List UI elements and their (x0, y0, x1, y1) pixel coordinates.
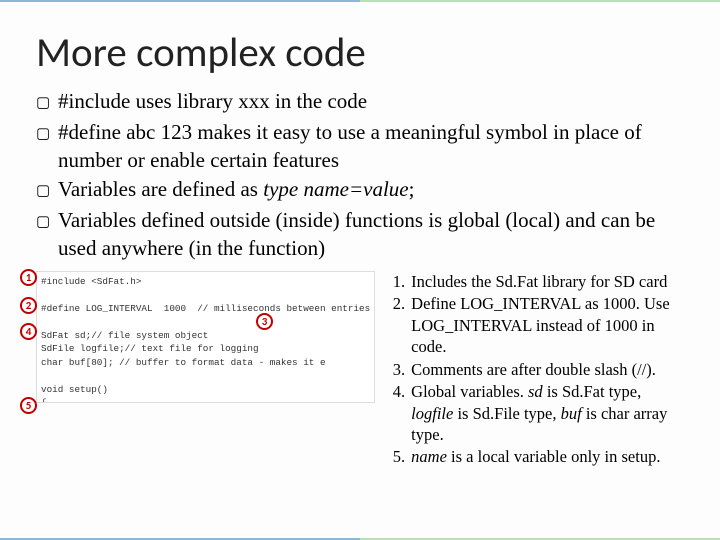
bullet-text: Variables defined outside (inside) funct… (58, 207, 684, 262)
note-item: 2.Define LOG_INTERVAL as 1000. Use LOG_I… (385, 293, 684, 357)
bullet-item: ▢ Variables are defined as type name=val… (36, 176, 684, 205)
bullet-square-icon: ▢ (36, 119, 58, 174)
bullet-item: ▢ #define abc 123 makes it easy to use a… (36, 119, 684, 174)
bullet-item: ▢ Variables defined outside (inside) fun… (36, 207, 684, 262)
note-item: 4.Global variables. sd is Sd.Fat type, l… (385, 381, 684, 445)
note-number: 3. (385, 359, 411, 380)
note-item: 5. name is a local variable only in setu… (385, 446, 684, 467)
notes-list: 1.Includes the Sd.Fat library for SD car… (385, 271, 684, 468)
callout-marker-3: 3 (256, 313, 273, 330)
bullet-text: #define abc 123 makes it easy to use a m… (58, 119, 684, 174)
bullet-square-icon: ▢ (36, 88, 58, 117)
slide-title: More complex code (36, 28, 684, 78)
code-column: #include <SdFat.h> #define LOG_INTERVAL … (36, 271, 375, 469)
code-snippet: #include <SdFat.h> #define LOG_INTERVAL … (36, 271, 375, 403)
slide-top-border (0, 0, 720, 2)
slide: More complex code ▢ #include uses librar… (0, 0, 720, 479)
note-text: Global variables. sd is Sd.Fat type, log… (411, 381, 684, 445)
note-item: 1.Includes the Sd.Fat library for SD car… (385, 271, 684, 292)
bullet-text: Variables are defined as type name=value… (58, 176, 684, 205)
bullet-square-icon: ▢ (36, 176, 58, 205)
callout-marker-2: 2 (20, 297, 37, 314)
note-text: name is a local variable only in setup. (411, 446, 684, 467)
bullet-square-icon: ▢ (36, 207, 58, 262)
notes-column: 1.Includes the Sd.Fat library for SD car… (385, 271, 684, 469)
note-number: 2. (385, 293, 411, 357)
note-item: 3.Comments are after double slash (//). (385, 359, 684, 380)
callout-marker-4: 4 (20, 323, 37, 340)
note-number: 5. (385, 446, 411, 467)
note-text: Comments are after double slash (//). (411, 359, 684, 380)
callout-marker-1: 1 (20, 269, 37, 286)
bullet-text: #include uses library xxx in the code (58, 88, 684, 117)
lower-row: #include <SdFat.h> #define LOG_INTERVAL … (36, 271, 684, 469)
note-number: 4. (385, 381, 411, 445)
bullet-item: ▢ #include uses library xxx in the code (36, 88, 684, 117)
bullet-list: ▢ #include uses library xxx in the code … (36, 88, 684, 263)
note-text: Define LOG_INTERVAL as 1000. Use LOG_INT… (411, 293, 684, 357)
callout-marker-5: 5 (20, 397, 37, 414)
note-number: 1. (385, 271, 411, 292)
note-text: Includes the Sd.Fat library for SD card (411, 271, 684, 292)
